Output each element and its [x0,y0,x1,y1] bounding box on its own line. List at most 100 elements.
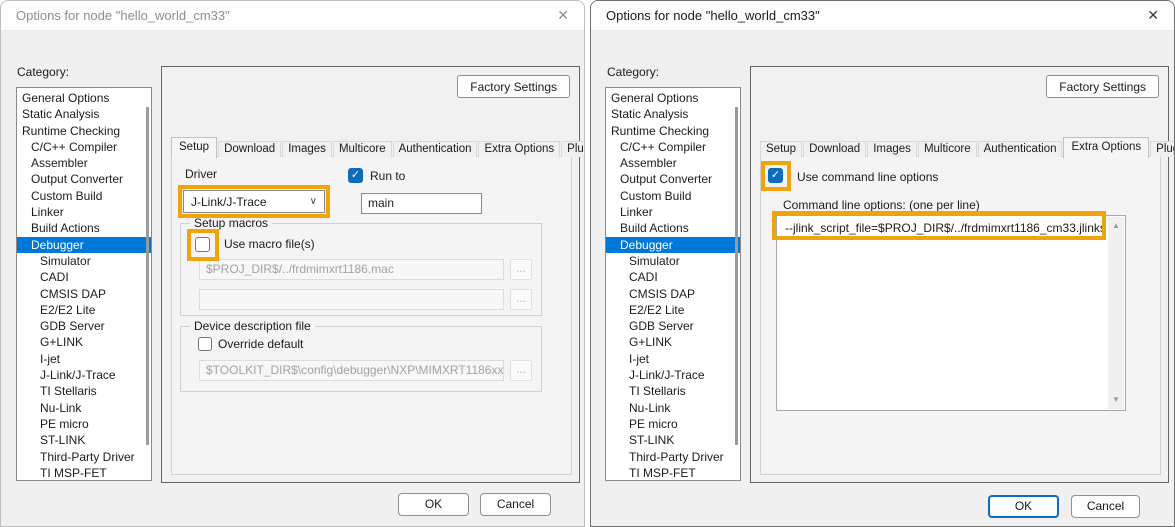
category-list-item[interactable]: Simulator [606,253,740,269]
close-icon[interactable]: ✕ [557,7,569,24]
override-default-label: Override default [218,337,303,351]
category-list-item[interactable]: PE micro [17,416,151,432]
tab[interactable]: Images [282,141,332,157]
category-list-item[interactable]: GDB Server [606,318,740,334]
category-label: Category: [17,65,69,79]
run-to-checkbox[interactable]: ✓ [348,168,363,183]
category-list-item[interactable]: Nu-Link [606,400,740,416]
category-list-item[interactable]: Linker [606,204,740,220]
use-macro-files-label: Use macro file(s) [224,237,315,251]
override-default-checkbox[interactable] [198,337,212,351]
category-list-item[interactable]: E2/E2 Lite [17,302,151,318]
category-list-item[interactable]: Custom Build [17,188,151,204]
command-line-option-value: --jlink_script_file=$PROJ_DIR$/../frdmim… [778,218,1106,239]
tab[interactable]: Plugins [1150,141,1175,157]
use-macro-files-checkbox[interactable] [195,237,210,252]
category-list-item[interactable]: CMSIS DAP [17,286,151,302]
setup-macros-group-label: Setup macros [190,216,272,230]
category-list-item[interactable]: I-jet [606,351,740,367]
driver-dropdown-value: J-Link/J-Trace [191,195,267,209]
category-list-item[interactable]: General Options [606,90,740,106]
run-to-input[interactable]: main [361,193,482,214]
cancel-button[interactable]: Cancel [480,493,551,516]
device-description-group: Device description file Override default… [180,326,542,392]
window-title: Options for node "hello_world_cm33" [606,8,820,23]
macro-file-2-field [199,289,504,310]
tab[interactable]: Authentication [978,141,1063,157]
macro-file-2-browse-button: ... [510,289,532,310]
category-list-item[interactable]: Third-Party Driver [17,449,151,465]
driver-dropdown[interactable]: J-Link/J-Trace ∨ [183,190,325,213]
tab[interactable]: Authentication [393,141,478,157]
category-list-item[interactable]: TI Stellaris [17,383,151,399]
category-list-item[interactable]: Build Actions [606,220,740,236]
factory-settings-button[interactable]: Factory Settings [1046,75,1159,98]
device-file-field: $TOOLKIT_DIR$\config\debugger\NXP\MIMXRT… [199,360,504,381]
category-list-item[interactable]: Assembler [17,155,151,171]
cancel-button[interactable]: Cancel [1071,495,1140,518]
category-list-item[interactable]: ST-LINK [606,432,740,448]
tab[interactable]: Images [867,141,917,157]
category-list-item[interactable]: Third-Party Driver [606,449,740,465]
category-list-item[interactable]: Nu-Link [17,400,151,416]
category-list-item[interactable]: J-Link/J-Trace [606,367,740,383]
category-list-item[interactable]: PE micro [606,416,740,432]
category-list-item[interactable]: Debugger [606,237,740,253]
tab[interactable]: Multicore [918,141,977,157]
tab[interactable]: Setup [760,141,802,157]
scroll-down-icon[interactable]: ▼ [1108,394,1124,406]
category-list-item[interactable]: G+LINK [606,334,740,350]
tab[interactable]: Extra Options [478,141,560,157]
category-list-item[interactable]: Assembler [606,155,740,171]
category-list-item[interactable]: Runtime Checking [606,123,740,139]
category-list-item[interactable]: Linker [17,204,151,220]
category-list-item[interactable]: I-jet [17,351,151,367]
category-list-item[interactable]: General Options [17,90,151,106]
category-list-item[interactable]: G+LINK [17,334,151,350]
tab[interactable]: Multicore [333,141,392,157]
category-list-item[interactable]: TI MSP-FET [17,465,151,481]
category-list-item[interactable]: Build Actions [17,220,151,236]
titlebar: Options for node "hello_world_cm33" ✕ [1,1,584,31]
list-scrollbar-thumb[interactable] [735,107,738,445]
list-scrollbar-thumb[interactable] [146,107,149,445]
tab[interactable]: Download [803,141,866,157]
category-list-item[interactable]: CADI [606,269,740,285]
macro-file-1-browse-button: ... [510,259,532,280]
options-dialog-extra-options: Options for node "hello_world_cm33" ✕ Ca… [590,0,1175,527]
ok-button[interactable]: OK [398,493,469,516]
category-list: General Options Static Analysis Runtime … [16,87,152,481]
command-line-options-caption: Command line options: (one per line) [783,198,980,212]
category-list-item[interactable]: E2/E2 Lite [606,302,740,318]
tab-bar: Setup Download Images Multicore Authenti… [171,136,585,157]
tab[interactable]: Plugins [561,141,585,157]
scroll-up-icon[interactable]: ▲ [1108,220,1124,232]
close-icon[interactable]: ✕ [1147,7,1159,24]
category-list-item[interactable]: Static Analysis [606,106,740,122]
category-list-item[interactable]: Simulator [17,253,151,269]
category-list-item[interactable]: TI Stellaris [606,383,740,399]
tab[interactable]: Extra Options [1063,137,1149,158]
ok-button[interactable]: OK [988,495,1059,518]
category-list-item[interactable]: Debugger [17,237,151,253]
category-list-item[interactable]: Custom Build [606,188,740,204]
category-list-item[interactable]: C/C++ Compiler [606,139,740,155]
use-command-line-options-checkbox[interactable]: ✓ [768,168,783,183]
category-list-item[interactable]: C/C++ Compiler [17,139,151,155]
category-list-item[interactable]: CMSIS DAP [606,286,740,302]
textarea-scrollbar[interactable]: ▲ ▼ [1108,217,1124,409]
category-list-item[interactable]: ST-LINK [17,432,151,448]
category-list-item[interactable]: GDB Server [17,318,151,334]
category-list-item[interactable]: CADI [17,269,151,285]
options-panel: Factory Settings Setup Download Images M… [161,66,580,483]
category-list-item[interactable]: Output Converter [17,171,151,187]
category-list-item[interactable]: Output Converter [606,171,740,187]
tab[interactable]: Setup [171,137,217,158]
tab[interactable]: Download [218,141,281,157]
command-line-options-textarea[interactable]: --jlink_script_file=$PROJ_DIR$/../frdmim… [776,215,1126,411]
category-list-item[interactable]: Runtime Checking [17,123,151,139]
category-list-item[interactable]: TI MSP-FET [606,465,740,481]
factory-settings-button[interactable]: Factory Settings [457,75,570,98]
category-list-item[interactable]: Static Analysis [17,106,151,122]
category-list-item[interactable]: J-Link/J-Trace [17,367,151,383]
